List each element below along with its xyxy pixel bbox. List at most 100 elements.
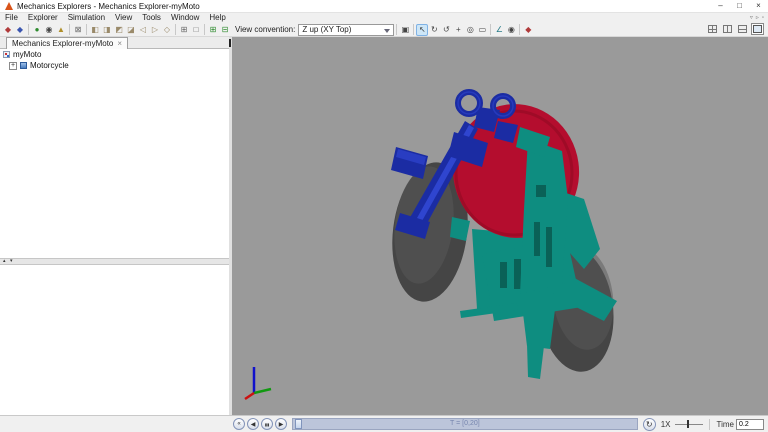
status-strip xyxy=(0,416,229,432)
collapse-down-icon[interactable]: ▾ xyxy=(10,259,13,264)
matlab-app-icon xyxy=(5,2,13,10)
pan-view-icon[interactable]: + xyxy=(452,24,464,36)
float-panel-icon[interactable]: ▿ xyxy=(750,13,753,23)
show-centers-of-mass-icon[interactable]: ◉ xyxy=(43,24,55,36)
menu-simulation[interactable]: Simulation xyxy=(63,13,110,23)
view-back-icon[interactable]: ◨ xyxy=(101,24,113,36)
view-layout-buttons xyxy=(706,23,768,35)
view-bottom-icon[interactable]: ◪ xyxy=(125,24,137,36)
world-axes-triad xyxy=(245,367,271,399)
minimize-button[interactable]: – xyxy=(711,0,730,13)
tab-close-icon[interactable]: × xyxy=(117,39,122,48)
remove-viewport-icon[interactable]: ⊟ xyxy=(219,24,231,36)
model-icon xyxy=(3,51,10,58)
toolbar-separator xyxy=(490,24,491,35)
layout-four-views-button[interactable] xyxy=(706,23,719,35)
speed-label: 1X xyxy=(661,420,671,429)
toolbar-separator xyxy=(69,24,70,35)
properties-pane xyxy=(0,265,229,415)
main-area: Mechanics Explorer-myMoto × myMoto + Mot… xyxy=(0,37,768,415)
view-left-icon[interactable]: ◁ xyxy=(137,24,149,36)
fit-to-view-icon[interactable]: ⊠ xyxy=(72,24,84,36)
play-button[interactable]: ▶ xyxy=(275,418,287,430)
playback-bar: « ◀ ▮▮ ▶ T = [0,20] ↻ 1X Time xyxy=(0,415,768,432)
horizontal-splitter[interactable]: ▴ ▾ xyxy=(0,258,229,265)
zoom-box-icon[interactable]: ▭ xyxy=(476,24,488,36)
window-title: Mechanics Explorers - Mechanics Explorer… xyxy=(17,2,200,11)
global-view-icon[interactable]: ◉ xyxy=(505,24,517,36)
menu-explorer[interactable]: Explorer xyxy=(23,13,63,23)
speed-slider[interactable] xyxy=(675,418,703,430)
save-explorer-configuration-icon[interactable]: ◆ xyxy=(2,24,14,36)
subsystem-icon xyxy=(20,62,27,69)
go-to-start-button[interactable]: « xyxy=(233,418,245,430)
time-slider-handle[interactable] xyxy=(295,419,302,429)
menu-file[interactable]: File xyxy=(0,13,23,23)
view-top-icon[interactable]: ◩ xyxy=(113,24,125,36)
model-tree: myMoto + Motorcycle xyxy=(0,49,229,258)
menu-bar: File Explorer Simulation View Tools Wind… xyxy=(0,13,768,23)
four-views-icon xyxy=(708,25,717,33)
record-video-icon[interactable]: ◆ xyxy=(522,24,534,36)
show-frames-icon[interactable]: ● xyxy=(31,24,43,36)
time-field-label: Time xyxy=(717,420,734,429)
collapse-up-icon[interactable]: ▴ xyxy=(3,259,6,264)
menu-tools[interactable]: Tools xyxy=(137,13,166,23)
layout-single-view-button[interactable] xyxy=(751,23,764,35)
toolbar-separator xyxy=(396,24,397,35)
single-view-layout-icon xyxy=(753,25,762,33)
tree-node-mymoto[interactable]: myMoto xyxy=(0,49,229,60)
restore-explorer-configuration-icon[interactable]: ◆ xyxy=(14,24,26,36)
single-view-icon[interactable]: □ xyxy=(190,24,202,36)
toolbar-separator xyxy=(175,24,176,35)
x-axis xyxy=(245,393,254,399)
view-front-icon[interactable]: ◧ xyxy=(89,24,101,36)
roll-view-icon[interactable]: ↺ xyxy=(440,24,452,36)
speed-slider-handle[interactable] xyxy=(687,420,689,428)
select-tool-icon[interactable]: ↖ xyxy=(416,24,428,36)
tree-node-label: Motorcycle xyxy=(30,61,69,70)
menu-view[interactable]: View xyxy=(110,13,137,23)
expand-icon[interactable]: + xyxy=(9,62,17,70)
y-axis xyxy=(254,389,271,393)
snapshot-camera-icon[interactable]: ▣ xyxy=(399,24,411,36)
frame-axes-icon[interactable]: ∠ xyxy=(493,24,505,36)
window-controls: – □ × xyxy=(711,0,768,13)
maximize-button[interactable]: □ xyxy=(730,0,749,13)
panel-dock-controls: ▿ ▹ ▫ xyxy=(750,13,768,23)
time-input[interactable] xyxy=(736,419,764,430)
split-view-grid-icon[interactable]: ⊞ xyxy=(178,24,190,36)
view-isometric-icon[interactable]: ◇ xyxy=(161,24,173,36)
pause-button[interactable]: ▮▮ xyxy=(261,418,273,430)
menu-window[interactable]: Window xyxy=(166,13,204,23)
loop-button[interactable]: ↻ xyxy=(643,418,656,431)
add-viewport-icon[interactable]: ⊞ xyxy=(207,24,219,36)
viewport-3d[interactable] xyxy=(232,37,768,415)
layout-two-views-side-button[interactable] xyxy=(721,23,734,35)
time-slider[interactable]: T = [0,20] xyxy=(292,418,638,430)
toolbar-separator xyxy=(519,24,520,35)
tab-mechanics-explorer-mymoto[interactable]: Mechanics Explorer-myMoto × xyxy=(6,37,128,49)
two-views-side-icon xyxy=(723,25,732,33)
step-back-button[interactable]: ◀ xyxy=(247,418,259,430)
rotate-view-icon[interactable]: ↻ xyxy=(428,24,440,36)
view-convention-dropdown[interactable]: Z up (XY Top) xyxy=(298,24,394,36)
tree-node-motorcycle[interactable]: + Motorcycle xyxy=(0,60,229,71)
toolbar-separator xyxy=(413,24,414,35)
dock-panel-icon[interactable]: ▹ xyxy=(756,13,759,23)
motorcycle-model xyxy=(232,37,768,415)
bottom-separator xyxy=(709,419,710,430)
close-button[interactable]: × xyxy=(749,0,768,13)
toolbar-separator xyxy=(86,24,87,35)
toolbar: ◆ ◆ ● ◉ ▲ ⊠ ◧ ◨ ◩ ◪ ◁ ▷ ◇ ⊞ □ ⊞ ⊟ View c… xyxy=(0,23,768,37)
mechanics-explorer-window: Mechanics Explorers - Mechanics Explorer… xyxy=(0,0,768,432)
panel-close-icon[interactable]: ▫ xyxy=(762,13,764,23)
title-bar: Mechanics Explorers - Mechanics Explorer… xyxy=(0,0,768,13)
layout-two-views-stacked-button[interactable] xyxy=(736,23,749,35)
two-views-stacked-icon xyxy=(738,25,747,33)
show-inertia-icon[interactable]: ▲ xyxy=(55,24,67,36)
menu-help[interactable]: Help xyxy=(204,13,230,23)
tree-node-label: myMoto xyxy=(13,50,41,59)
view-right-icon[interactable]: ▷ xyxy=(149,24,161,36)
zoom-icon[interactable]: ◎ xyxy=(464,24,476,36)
